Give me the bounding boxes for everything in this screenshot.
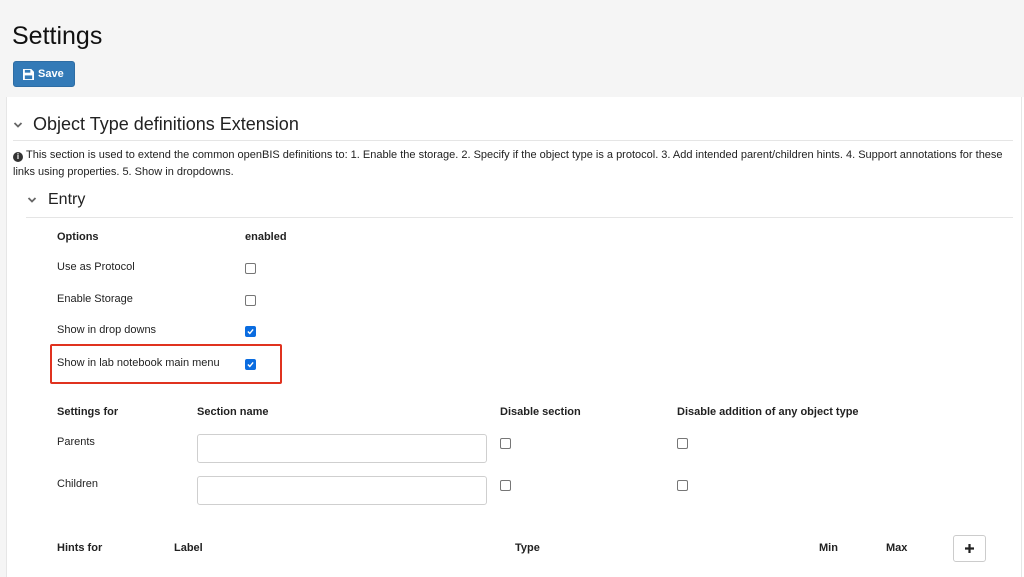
label-header: Label: [174, 542, 203, 554]
min-header: Min: [819, 542, 838, 554]
save-button-label: Save: [38, 68, 64, 80]
children-label: Children: [57, 478, 98, 490]
checkmark-icon: [247, 328, 254, 335]
parents-section-name-input[interactable]: [197, 434, 487, 463]
plus-icon: [965, 544, 974, 553]
entry-divider: [26, 217, 1013, 218]
parents-disable-section-checkbox[interactable]: [500, 438, 511, 449]
page-title: Settings: [12, 22, 103, 50]
options-header: Options: [57, 231, 99, 243]
children-disable-addition-checkbox[interactable]: [677, 480, 688, 491]
use-as-protocol-checkbox[interactable]: [245, 263, 256, 274]
chevron-down-icon[interactable]: [13, 120, 23, 130]
disable-section-header: Disable section: [500, 406, 581, 418]
disable-addition-header: Disable addition of any object type: [677, 406, 859, 418]
show-in-lab-notebook-main-menu-checkbox[interactable]: [245, 359, 256, 370]
floppy-disk-icon: [23, 68, 34, 80]
checkmark-icon: [247, 361, 254, 368]
parents-label: Parents: [57, 436, 95, 448]
enabled-header: enabled: [245, 231, 287, 243]
section-title: Object Type definitions Extension: [33, 114, 299, 134]
hints-for-header: Hints for: [57, 542, 103, 554]
section-header[interactable]: Object Type definitions Extension: [13, 114, 299, 135]
info-icon: i: [13, 152, 23, 162]
show-in-drop-downs-checkbox[interactable]: [245, 326, 256, 337]
info-text: This section is used to extend the commo…: [13, 149, 1003, 178]
add-hint-button[interactable]: [953, 535, 986, 562]
enable-storage-checkbox[interactable]: [245, 295, 256, 306]
type-header: Type: [515, 542, 540, 554]
chevron-down-icon[interactable]: [27, 195, 37, 205]
parents-disable-addition-checkbox[interactable]: [677, 438, 688, 449]
max-header: Max: [886, 542, 908, 554]
save-button[interactable]: Save: [13, 61, 75, 87]
option-label-show-in-lab-notebook-main-menu: Show in lab notebook main menu: [57, 357, 220, 369]
entry-header[interactable]: Entry: [27, 191, 85, 209]
section-info: i This section is used to extend the comm…: [13, 147, 1003, 181]
option-label-show-in-drop-downs: Show in drop downs: [57, 324, 157, 336]
option-label-use-as-protocol: Use as Protocol: [57, 261, 135, 273]
entry-title: Entry: [48, 191, 86, 208]
section-name-header: Section name: [197, 406, 269, 418]
children-disable-section-checkbox[interactable]: [500, 480, 511, 491]
settings-for-header: Settings for: [57, 406, 119, 418]
section-divider: [13, 140, 1013, 141]
top-bar: [0, 0, 1024, 97]
option-label-enable-storage: Enable Storage: [57, 293, 133, 305]
children-section-name-input[interactable]: [197, 476, 487, 505]
